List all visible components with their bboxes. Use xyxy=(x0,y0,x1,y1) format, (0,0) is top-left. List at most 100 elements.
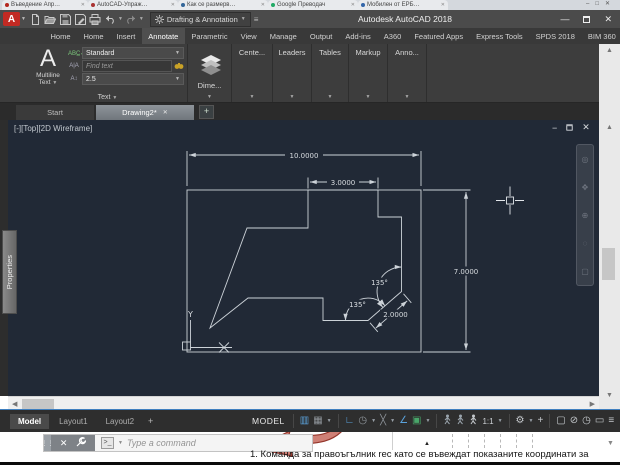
panel-expand-icon[interactable]: ▼ xyxy=(250,94,255,100)
ribbon-tab-spds[interactable]: SPDS 2018 xyxy=(529,28,581,44)
ribbon-tab-home[interactable]: Home xyxy=(44,28,77,44)
isometric-drafting-icon[interactable]: ╳ xyxy=(380,416,386,426)
layout-tab-model[interactable]: Model xyxy=(10,413,50,429)
minimize-button[interactable]: — xyxy=(560,14,569,24)
browser-tab[interactable]: Мобилен от ЕРБ… ✕ xyxy=(358,0,448,10)
ribbon-tab-addins[interactable]: Add-ins xyxy=(339,28,377,44)
text-panel-footer[interactable]: Text ▼ xyxy=(28,94,187,101)
tables-panel[interactable]: Tables ▼ xyxy=(312,44,349,102)
file-tab-drawing2[interactable]: Drawing2* ✕ xyxy=(96,105,194,120)
ribbon-tab-output[interactable]: Output xyxy=(303,28,339,44)
redo-dropdown-icon[interactable]: ▼ xyxy=(139,16,144,22)
annotation-visibility-icon[interactable] xyxy=(443,412,452,430)
workspace-gear-icon[interactable]: ⚙ xyxy=(516,416,525,426)
ribbon-tab-manage[interactable]: Manage xyxy=(263,28,303,44)
drawing-canvas[interactable]: 10.0000 3.0000 7.0000 2.0000 135° 135° Y… xyxy=(0,120,599,396)
zoom-icon[interactable]: ⊕ xyxy=(582,211,589,220)
graphics-performance-icon[interactable]: ◷ xyxy=(582,416,591,426)
browser-window-controls[interactable]: –□✕ xyxy=(586,0,616,7)
units-icon[interactable]: ▢ xyxy=(556,416,565,426)
ribbon-tab-insert[interactable]: Insert xyxy=(110,28,142,44)
annotation-panel[interactable]: Anno... ▼ xyxy=(388,44,427,102)
plot-button[interactable] xyxy=(89,13,102,26)
ribbon-tab-featured-apps[interactable]: Featured Apps xyxy=(408,28,470,44)
command-close-icon[interactable]: ✕ xyxy=(60,438,68,449)
dimensions-panel[interactable]: Dime... ▼ xyxy=(188,44,232,102)
vertical-scroll-thumb[interactable] xyxy=(602,248,615,280)
browser-tab[interactable]: Google Преводач ✕ xyxy=(268,0,358,10)
find-text-input[interactable]: Find text xyxy=(82,60,172,72)
scroll-up-icon[interactable]: ▲ xyxy=(599,47,620,54)
pan-icon[interactable]: ✥ xyxy=(582,183,589,192)
snap-dropdown-icon[interactable]: ▼ xyxy=(327,418,332,424)
rectangle-outline[interactable] xyxy=(186,189,422,353)
polar-dropdown-icon[interactable]: ▼ xyxy=(371,418,376,424)
profile-polyline[interactable] xyxy=(209,189,402,330)
polar-tracking-icon[interactable]: ◷ xyxy=(358,416,367,426)
workspace-menu-icon[interactable]: ≡ xyxy=(254,15,259,24)
tab-close-icon[interactable]: ✕ xyxy=(171,2,175,8)
tab-close-icon[interactable]: ✕ xyxy=(441,2,445,8)
layout-tab-layout2[interactable]: Layout2 xyxy=(98,414,142,429)
markup-panel[interactable]: Markup ▼ xyxy=(349,44,388,102)
horizontal-scroll-thumb[interactable] xyxy=(22,398,54,409)
annotation-autoscale-icon[interactable] xyxy=(456,412,465,430)
grid-display-icon[interactable]: ▦ xyxy=(313,416,322,426)
workspace-switcher[interactable]: Drafting & Annotation ▼ xyxy=(149,11,251,27)
ribbon-tab-parametric[interactable]: Parametric xyxy=(185,28,234,44)
navwheel-icon[interactable]: ◎ xyxy=(582,155,589,164)
recent-commands-icon[interactable]: ▼ xyxy=(118,440,123,446)
orbit-icon[interactable]: ◌ xyxy=(583,239,588,248)
autocad-logo[interactable]: A xyxy=(3,12,20,26)
panel-expand-icon[interactable]: ▼ xyxy=(405,94,410,100)
undo-button[interactable] xyxy=(104,13,117,26)
ribbon-tab-bim360[interactable]: BIM 360 xyxy=(581,28,620,44)
ribbon-tab-view[interactable]: View xyxy=(234,28,263,44)
command-bar-grip[interactable]: ⋮⋮ xyxy=(42,435,54,451)
text-style-select[interactable]: Standard ▼ xyxy=(82,47,184,59)
browser-tab[interactable]: Как се размерв… ✕ xyxy=(178,0,268,10)
leaders-panel[interactable]: Leaders ▼ xyxy=(273,44,312,102)
isolate-objects-icon[interactable]: ⊘ xyxy=(570,416,578,426)
snap-mode-icon[interactable]: ▥ xyxy=(300,416,309,426)
file-tab-start[interactable]: Start xyxy=(16,105,94,120)
browser-tab[interactable]: Въведение Апр… ✕ xyxy=(2,0,88,10)
tab-close-icon[interactable]: ✕ xyxy=(351,2,355,8)
osnap-dropdown-icon[interactable]: ▼ xyxy=(425,418,430,424)
ortho-mode-icon[interactable]: ∟ xyxy=(345,416,355,426)
doc-minimize-button[interactable]: − xyxy=(552,123,557,133)
iso-dropdown-icon[interactable]: ▼ xyxy=(390,418,395,424)
redo-button[interactable] xyxy=(125,13,138,26)
spell-check-icon[interactable]: ABC̲✓ xyxy=(68,50,85,57)
panel-expand-icon[interactable]: ▼ xyxy=(207,94,212,100)
new-file-button[interactable] xyxy=(29,13,42,26)
doc-restore-button[interactable] xyxy=(566,124,573,131)
file-tab-close-icon[interactable]: ✕ xyxy=(163,109,168,116)
object-snap-icon[interactable]: ▣ xyxy=(412,416,421,426)
navigation-bar[interactable]: ◎ ✥ ⊕ ◌ ▢ xyxy=(576,144,594,286)
model-space-toggle[interactable]: MODEL xyxy=(252,416,285,426)
centerlines-panel[interactable]: Cente... ▼ xyxy=(232,44,273,102)
command-customize-wrench-icon[interactable] xyxy=(76,437,87,449)
layout-tab-layout1[interactable]: Layout1 xyxy=(51,414,95,429)
panel-expand-icon[interactable]: ▼ xyxy=(328,94,333,100)
close-button[interactable]: ✕ xyxy=(604,14,612,25)
maximize-button[interactable] xyxy=(583,15,591,23)
ribbon-tab-annotate[interactable]: Annotate xyxy=(141,28,185,44)
open-file-button[interactable] xyxy=(44,13,57,26)
tab-close-icon[interactable]: ✕ xyxy=(81,2,85,8)
viewport-scroll-up-icon[interactable]: ▲ xyxy=(599,124,620,131)
command-prompt-icon[interactable]: >_ xyxy=(101,437,114,449)
clean-screen-icon[interactable]: ▭ xyxy=(595,416,604,426)
showmotion-icon[interactable]: ▢ xyxy=(581,267,589,276)
scale-dropdown-icon[interactable]: ▼ xyxy=(498,418,503,424)
save-as-button[interactable] xyxy=(74,13,87,26)
app-menu-chevron-icon[interactable]: ▼ xyxy=(21,16,26,22)
doc-close-button[interactable]: ✕ xyxy=(582,122,590,133)
annotation-monitor-icon[interactable]: + xyxy=(537,416,543,426)
ribbon-tab-express-tools[interactable]: Express Tools xyxy=(470,28,530,44)
text-height-select[interactable]: 2.5 ▼ xyxy=(82,73,184,85)
horizontal-scrollbar[interactable]: ◀ ▶ xyxy=(8,396,599,410)
vertical-scrollbar[interactable]: ▲ ▲ ▼ xyxy=(599,44,620,409)
panel-expand-icon[interactable]: ▼ xyxy=(366,94,371,100)
